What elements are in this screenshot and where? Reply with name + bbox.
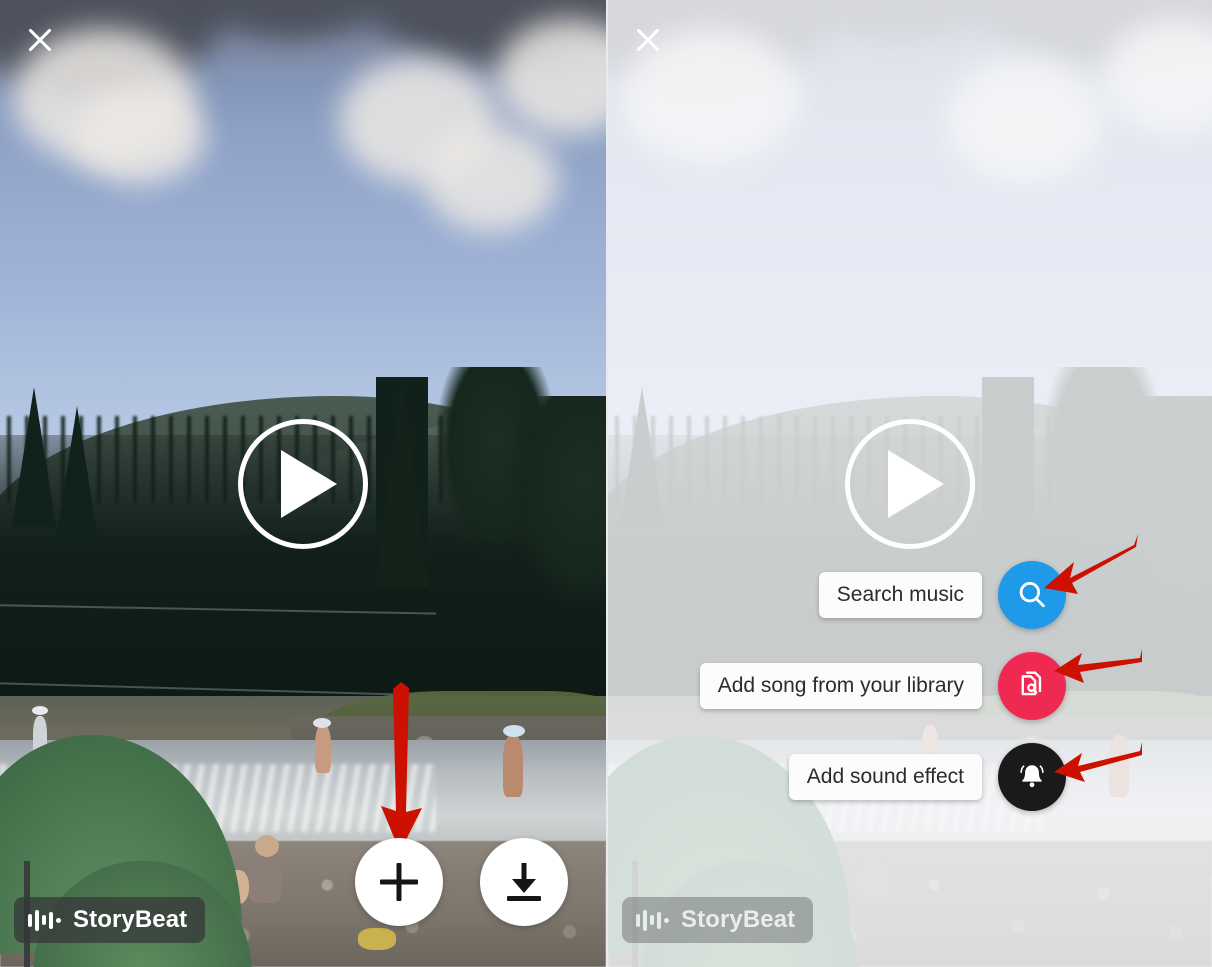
video-preview-menu-panel: StoryBeat Search music Add song from you…	[606, 0, 1212, 967]
person-hat	[31, 705, 48, 715]
audio-bars-icon	[28, 909, 61, 931]
play-icon	[281, 450, 337, 518]
person-crouching	[248, 850, 283, 903]
person	[315, 725, 332, 774]
close-icon[interactable]	[20, 20, 60, 60]
person-head	[254, 835, 279, 858]
search-music-row: Search music	[818, 561, 1066, 629]
add-song-from-library-action[interactable]	[998, 652, 1066, 720]
screenshot-root: StoryBeat StoryBeat Search music Add son…	[0, 0, 1212, 967]
storybeat-watermark: StoryBeat	[622, 897, 814, 943]
search-music-label[interactable]: Search music	[818, 572, 982, 618]
search-music-action[interactable]	[998, 561, 1066, 629]
download-button[interactable]	[480, 838, 568, 926]
cloud-light-right	[946, 58, 1104, 184]
tree	[375, 377, 428, 588]
person-hat	[313, 717, 332, 728]
storybeat-watermark: StoryBeat	[14, 897, 206, 943]
person	[1109, 734, 1130, 797]
tree	[509, 396, 606, 607]
play-button[interactable]	[238, 419, 368, 549]
cloud-light-right2	[424, 125, 558, 233]
video-preview-default-panel: StoryBeat	[0, 0, 606, 967]
watermark-label: StoryBeat	[681, 906, 796, 933]
add-sound-effect-row: Add sound effect	[788, 743, 1066, 811]
add-sound-effect-action[interactable]	[998, 743, 1066, 811]
beach-bag	[357, 928, 396, 951]
play-button[interactable]	[845, 419, 975, 549]
person-crouching	[855, 850, 890, 903]
download-icon	[506, 863, 542, 901]
tree	[12, 386, 57, 527]
add-song-from-library-label[interactable]: Add song from your library	[699, 663, 982, 709]
tree	[1115, 396, 1212, 607]
add-sound-effect-label[interactable]: Add sound effect	[788, 754, 982, 800]
tree	[982, 377, 1035, 588]
play-icon	[888, 450, 944, 518]
close-icon[interactable]	[628, 20, 668, 60]
bell-icon	[1020, 765, 1044, 788]
search-icon	[1019, 581, 1045, 608]
audio-bars-icon	[636, 909, 669, 931]
cloud-light-left2	[72, 87, 207, 184]
plus-icon	[380, 863, 418, 901]
add-song-from-library-row: Add song from your library	[699, 652, 1066, 720]
person	[502, 734, 523, 797]
watermark-label: StoryBeat	[73, 906, 188, 933]
document-search-icon	[1021, 671, 1042, 696]
tree	[54, 406, 99, 547]
add-music-button[interactable]	[355, 838, 443, 926]
tree	[620, 386, 665, 527]
